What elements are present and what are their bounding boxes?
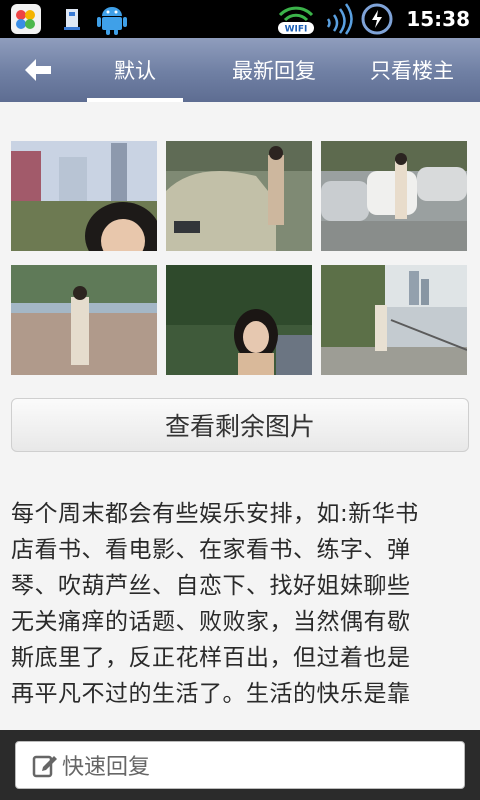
tab-default[interactable]: 默认	[87, 38, 183, 102]
back-arrow-icon	[25, 59, 51, 81]
tab-latest-reply[interactable]: 最新回复	[214, 38, 334, 102]
status-bar: WIFI 15:38	[0, 0, 480, 38]
post-body: 每个周末都会有些娱乐安排，如:新华书 店看书、看电影、在家看书、练字、弹 琴、吹…	[11, 496, 473, 712]
tab-owner-only-label: 只看楼主	[370, 59, 454, 83]
quick-reply-input[interactable]: 快速回复	[15, 741, 465, 789]
tab-default-label: 默认	[114, 59, 156, 83]
photo-thumbnail[interactable]	[166, 141, 312, 251]
photo-thumbnail[interactable]	[321, 141, 467, 251]
post-line: 每个周末都会有些娱乐安排，如:新华书	[11, 501, 419, 527]
photo-thumbnail[interactable]	[11, 265, 157, 375]
app-store-icon	[11, 4, 41, 34]
status-time: 15:38	[406, 7, 470, 31]
tab-latest-reply-label: 最新回复	[232, 59, 316, 83]
usb-icon	[64, 9, 80, 30]
signal-icon	[327, 3, 354, 35]
post-line: 店看书、看电影、在家看书、练字、弹	[11, 537, 411, 563]
wifi-icon: WIFI	[278, 6, 315, 35]
tab-owner-only[interactable]: 只看楼主	[356, 38, 468, 102]
photo-thumbnail[interactable]	[321, 265, 467, 375]
post-line: 斯底里了，反正花样百出，但过着也是	[11, 645, 411, 671]
reply-bar: 快速回复	[0, 730, 480, 800]
edit-icon	[32, 755, 57, 778]
quick-reply-placeholder: 快速回复	[62, 755, 151, 780]
svg-text:WIFI: WIFI	[285, 25, 308, 35]
android-icon	[97, 7, 127, 35]
view-remaining-photos-label: 查看剩余图片	[164, 412, 315, 441]
post-line: 琴、吹葫芦丝、自恋下、找好姐妹聊些	[11, 573, 411, 599]
view-remaining-photos-button[interactable]: 查看剩余图片	[11, 398, 469, 452]
post-content: 查看剩余图片 每个周末都会有些娱乐安排，如:新华书 店看书、看电影、在家看书、练…	[0, 102, 480, 730]
top-nav: 默认 最新回复 只看楼主	[0, 38, 480, 102]
back-button[interactable]	[16, 52, 60, 88]
post-line: 无关痛痒的话题、败败家，当然偶有歇	[11, 609, 411, 635]
post-line: 再平凡不过的生活了。生活的快乐是靠	[11, 681, 411, 707]
battery-charging-icon	[361, 3, 393, 35]
photo-thumbnail[interactable]	[11, 141, 157, 251]
photo-thumbnail[interactable]	[166, 265, 312, 375]
